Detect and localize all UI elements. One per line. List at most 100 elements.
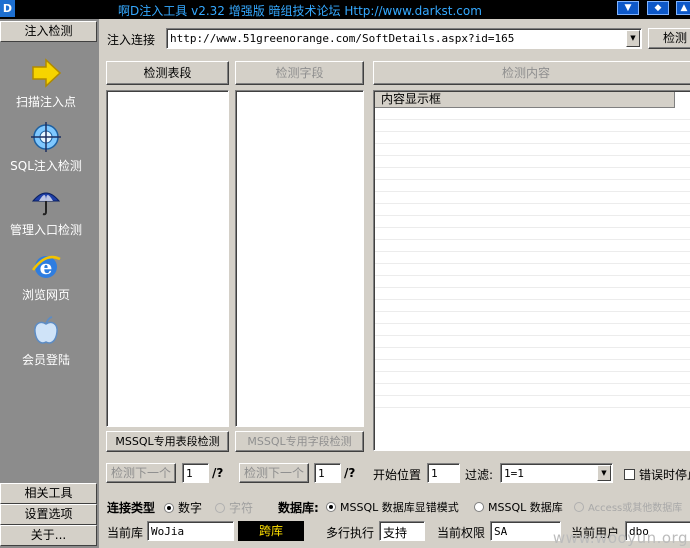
fields-page-input[interactable]: 1: [314, 463, 341, 483]
tables-list[interactable]: [106, 90, 229, 427]
filter-input[interactable]: 1=1: [504, 467, 524, 480]
current-db-field: WoJia: [147, 521, 234, 541]
sidebar-item-label: 浏览网页: [21, 288, 70, 302]
content-grid-row: [375, 228, 690, 240]
fields-list[interactable]: [235, 90, 364, 427]
sidebar: 注入检测 扫描注入点 SQL注入检测 管理入口检测 e 浏览网页 会员登陆 相关…: [0, 19, 99, 548]
content-grid-row: [375, 156, 690, 168]
content-grid-row: [375, 336, 690, 348]
radio-access-indicator[interactable]: [574, 502, 584, 512]
radio-mssql-label: MSSQL 数据库: [488, 501, 563, 514]
multi-exec-field: 支持: [379, 521, 425, 541]
chevron-down-icon[interactable]: ▼: [597, 465, 611, 481]
content-grid-row: [375, 192, 690, 204]
sidebar-header-injection-detect[interactable]: 注入检测: [0, 21, 97, 42]
content-grid-rows: [375, 108, 690, 408]
privilege-label: 当前权限: [437, 526, 486, 540]
radio-string[interactable]: 字符: [215, 499, 253, 516]
sidebar-item-label: 管理入口检测: [9, 223, 82, 237]
mssql-tables-detect-button[interactable]: MSSQL专用表段检测: [106, 431, 229, 452]
content-grid-row: [375, 240, 690, 252]
filter-combobox[interactable]: 1=1 ▼: [500, 463, 613, 483]
radio-mssql-indicator[interactable]: [474, 502, 484, 512]
cross-db-button[interactable]: 跨库: [238, 521, 304, 541]
fields-next-button[interactable]: 检测下一个: [239, 463, 309, 483]
sidebar-item-member-login[interactable]: 会员登陆: [0, 315, 92, 368]
url-label: 注入连接: [107, 33, 156, 47]
restore-button[interactable]: ◆: [647, 1, 669, 15]
sidebar-item-browse-web[interactable]: e 浏览网页: [0, 250, 92, 303]
content-grid-row: [375, 384, 690, 396]
fields-page-total: /?: [344, 466, 356, 480]
chevron-down-icon[interactable]: ▼: [626, 30, 640, 47]
minimize-button[interactable]: ▼: [617, 1, 639, 15]
arrow-right-icon: [32, 58, 62, 88]
content-grid-row: [375, 216, 690, 228]
sidebar-item-label: SQL注入检测: [10, 159, 82, 173]
title-bar: D 啊D注入工具 v2.32 增强版 暗组技术论坛 Http://www.dar…: [0, 0, 690, 19]
radio-access[interactable]: Access或其他数据库: [574, 499, 682, 514]
privilege-field: SA: [490, 521, 561, 541]
content-grid-row: [375, 288, 690, 300]
tables-page-input[interactable]: 1: [182, 463, 209, 483]
content-grid-row: [375, 300, 690, 312]
content-list[interactable]: 内容显示框: [373, 90, 690, 451]
content-grid-row: [375, 276, 690, 288]
tables-next-button[interactable]: 检测下一个: [106, 463, 176, 483]
mssql-fields-detect-button[interactable]: MSSQL专用字段检测: [235, 431, 364, 452]
target-globe-icon: [31, 122, 61, 152]
content-grid-row: [375, 348, 690, 360]
tables-page-total: /?: [212, 466, 224, 480]
content-grid-row: [375, 360, 690, 372]
content-grid-row: [375, 252, 690, 264]
error-stop-label: 错误时停止: [639, 468, 690, 482]
content-grid-row: [375, 312, 690, 324]
content-grid-row: [375, 204, 690, 216]
content-column-header[interactable]: 内容显示框: [375, 92, 675, 108]
detect-fields-button[interactable]: 检测字段: [235, 61, 364, 85]
start-position-label: 开始位置: [373, 468, 422, 482]
content-grid-row: [375, 144, 690, 156]
filter-label: 过滤:: [465, 468, 494, 482]
content-grid-row: [375, 396, 690, 408]
sidebar-header-related-tools[interactable]: 相关工具: [0, 483, 97, 504]
current-db-label: 当前库: [107, 526, 144, 540]
radio-string-label: 字符: [229, 501, 254, 515]
start-position-input[interactable]: 1: [427, 463, 460, 483]
sidebar-item-scan-injection[interactable]: 扫描注入点: [0, 57, 92, 110]
url-combobox[interactable]: http://www.51greenorange.com/SoftDetails…: [166, 28, 642, 49]
radio-string-indicator[interactable]: [215, 503, 225, 513]
detect-tables-button[interactable]: 检测表段: [106, 61, 229, 85]
sidebar-item-sql-detect[interactable]: SQL注入检测: [0, 121, 92, 174]
sidebar-header-settings[interactable]: 设置选项: [0, 504, 97, 525]
radio-mssql-error[interactable]: MSSQL 数据库显错模式: [326, 499, 459, 515]
window-title: 啊D注入工具 v2.32 增强版 暗组技术论坛 Http://www.darks…: [118, 4, 482, 18]
content-grid-row: [375, 168, 690, 180]
error-stop-checkbox-row[interactable]: 错误时停止: [624, 466, 690, 483]
content-grid-row: [375, 108, 690, 120]
radio-mssql-error-indicator[interactable]: [326, 502, 336, 512]
url-input[interactable]: http://www.51greenorange.com/SoftDetails…: [170, 32, 514, 45]
content-grid-row: [375, 372, 690, 384]
sidebar-item-admin-entry[interactable]: 管理入口检测: [0, 185, 92, 238]
radio-numeric-label: 数字: [178, 501, 203, 515]
radio-mssql[interactable]: MSSQL 数据库: [474, 499, 563, 515]
sidebar-item-label: 会员登陆: [21, 353, 70, 367]
content-grid-row: [375, 132, 690, 144]
error-stop-checkbox[interactable]: [624, 469, 635, 480]
watermark: www.wooyun.org: [552, 529, 688, 547]
multi-exec-label: 多行执行: [326, 526, 375, 540]
umbrella-icon: [31, 192, 61, 216]
radio-numeric[interactable]: 数字: [164, 499, 202, 516]
detect-content-button[interactable]: 检测内容: [373, 61, 690, 85]
detect-button[interactable]: 检测: [648, 28, 690, 49]
radio-mssql-error-label: MSSQL 数据库显错模式: [340, 501, 459, 514]
maximize-button[interactable]: ▲: [676, 1, 690, 15]
content-grid-row: [375, 180, 690, 192]
radio-numeric-indicator[interactable]: [164, 503, 174, 513]
connection-type-label: 连接类型: [107, 501, 156, 515]
content-grid-row: [375, 324, 690, 336]
sidebar-header-about[interactable]: 关于...: [0, 525, 97, 546]
ie-browser-icon: e: [31, 255, 61, 279]
sidebar-item-label: 扫描注入点: [15, 95, 76, 109]
